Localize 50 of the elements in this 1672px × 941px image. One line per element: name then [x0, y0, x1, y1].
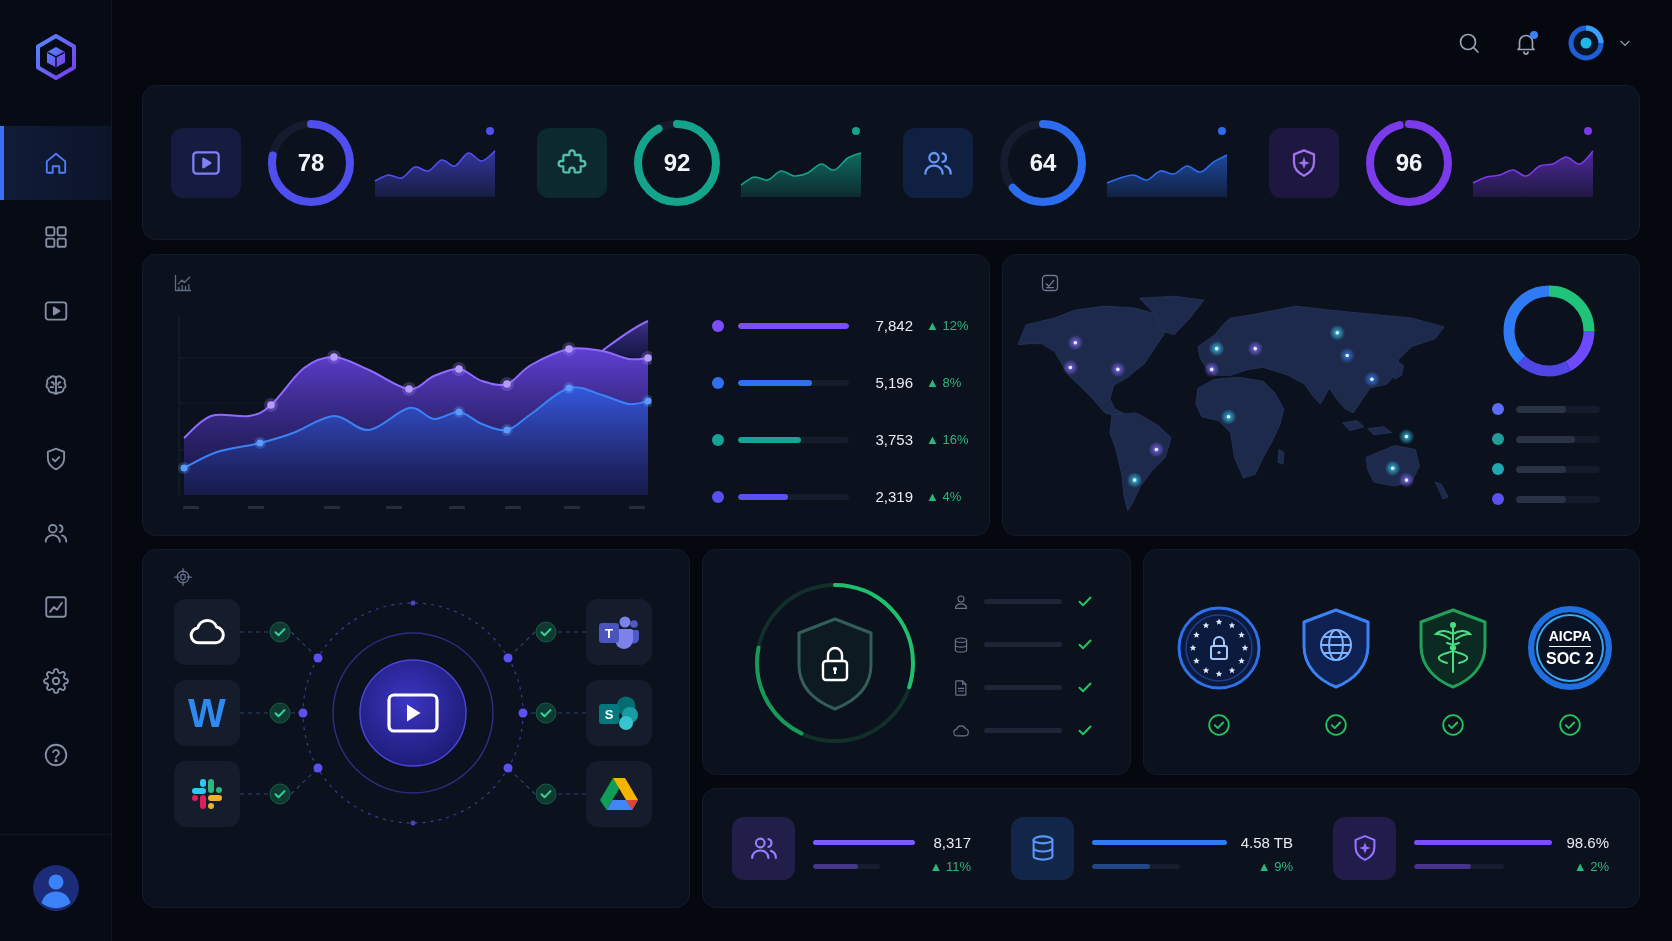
help-icon — [42, 742, 69, 768]
puzzle-icon — [537, 127, 607, 198]
seal-subtitle: SOC 2 — [1546, 649, 1594, 668]
seal-title: AICPA — [1548, 628, 1592, 647]
avatar-icon[interactable] — [1568, 24, 1604, 61]
database-icon — [1011, 816, 1074, 880]
letter-logo: W — [188, 693, 226, 733]
crosshair-icon — [173, 567, 193, 587]
score-value: 78 — [297, 148, 325, 177]
shield-icon — [1269, 127, 1339, 198]
change-label: ▲ 8% — [926, 375, 962, 390]
star-lock-seal-icon — [1177, 606, 1261, 690]
play-icon — [42, 298, 69, 324]
settings-icon — [42, 668, 69, 694]
sidebar-item[interactable] — [0, 126, 111, 200]
avatar-icon[interactable] — [32, 865, 79, 911]
triangle-logo-icon — [599, 776, 639, 812]
line-chart-icon — [42, 594, 69, 620]
pinwheel-logo-icon — [189, 776, 225, 812]
logo-icon[interactable] — [33, 33, 78, 81]
score-value: 64 — [1029, 148, 1057, 177]
metric-value: 7,842 — [875, 317, 913, 334]
users-icon — [903, 127, 973, 198]
database-icon — [952, 635, 970, 654]
metric-value: 2,319 — [875, 488, 913, 505]
metric-value: 3,753 — [875, 431, 913, 448]
change-label: ▲ 16% — [926, 432, 969, 447]
play-icon — [171, 127, 241, 198]
letter-logo: T — [599, 623, 619, 643]
play-hub-icon — [359, 659, 467, 767]
document-icon — [952, 678, 970, 697]
stat-value: 8,317 — [933, 834, 971, 851]
users-icon — [732, 816, 795, 880]
change-label: ▲ 9% — [1257, 859, 1293, 874]
letter-logo: S — [599, 704, 619, 724]
stat-value: 98.6% — [1566, 834, 1609, 851]
change-label: ▲ 2% — [1573, 859, 1609, 874]
document-check-icon — [1040, 273, 1060, 293]
shield-lock-ring-icon — [753, 581, 917, 745]
change-label: ▲ 4% — [926, 489, 962, 504]
change-label: ▲ 11% — [929, 859, 971, 874]
user-icon — [952, 592, 970, 611]
grid-icon — [42, 224, 69, 250]
line-chart-icon — [173, 273, 193, 293]
score-value: 96 — [1395, 148, 1423, 177]
stat-value: 4.58 TB — [1240, 834, 1293, 851]
score-value: 92 — [663, 148, 691, 177]
shield-icon — [1333, 816, 1396, 880]
change-label: ▲ 12% — [926, 318, 969, 333]
metric-value: 5,196 — [875, 374, 913, 391]
